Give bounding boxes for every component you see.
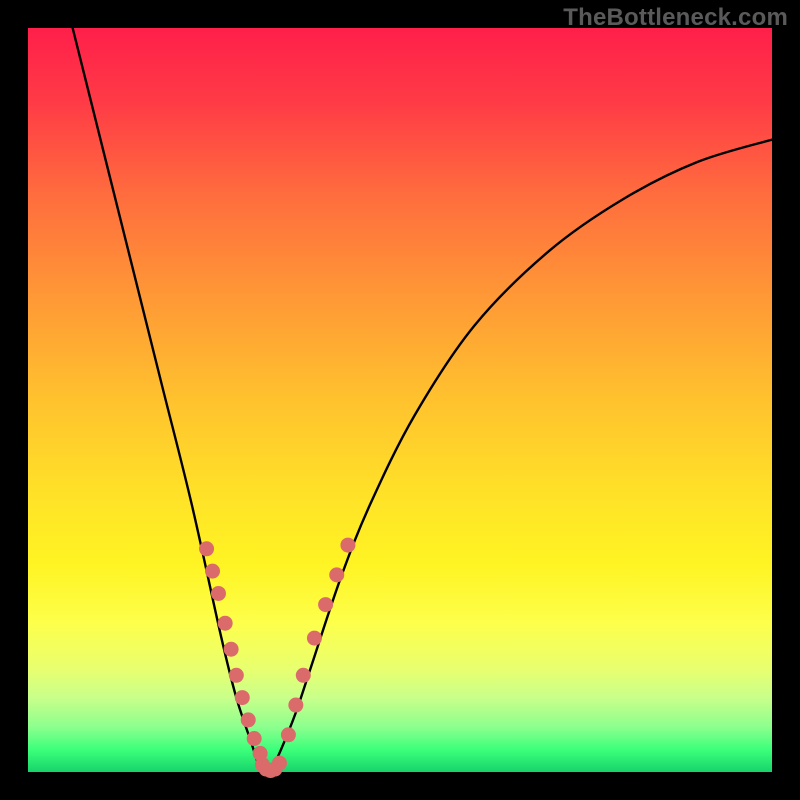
- curve-marker: [340, 538, 355, 553]
- curve-marker: [199, 541, 214, 556]
- chart-frame: TheBottleneck.com: [0, 0, 800, 800]
- curve-marker: [318, 597, 333, 612]
- curve-svg: [28, 28, 772, 772]
- curve-marker: [247, 731, 262, 746]
- plot-area: [28, 28, 772, 772]
- curve-marker: [288, 698, 303, 713]
- curve-markers: [199, 538, 355, 778]
- curve-marker: [307, 631, 322, 646]
- watermark-text: TheBottleneck.com: [563, 4, 788, 32]
- curve-marker: [205, 564, 220, 579]
- curve-marker: [296, 668, 311, 683]
- curve-marker: [224, 642, 239, 657]
- curve-marker: [229, 668, 244, 683]
- bottleneck-curve: [73, 28, 772, 772]
- curve-marker: [241, 712, 256, 727]
- curve-marker: [211, 586, 226, 601]
- curve-marker: [272, 756, 287, 771]
- curve-marker: [281, 727, 296, 742]
- curve-marker: [235, 690, 250, 705]
- curve-marker: [218, 616, 233, 631]
- curve-marker: [329, 567, 344, 582]
